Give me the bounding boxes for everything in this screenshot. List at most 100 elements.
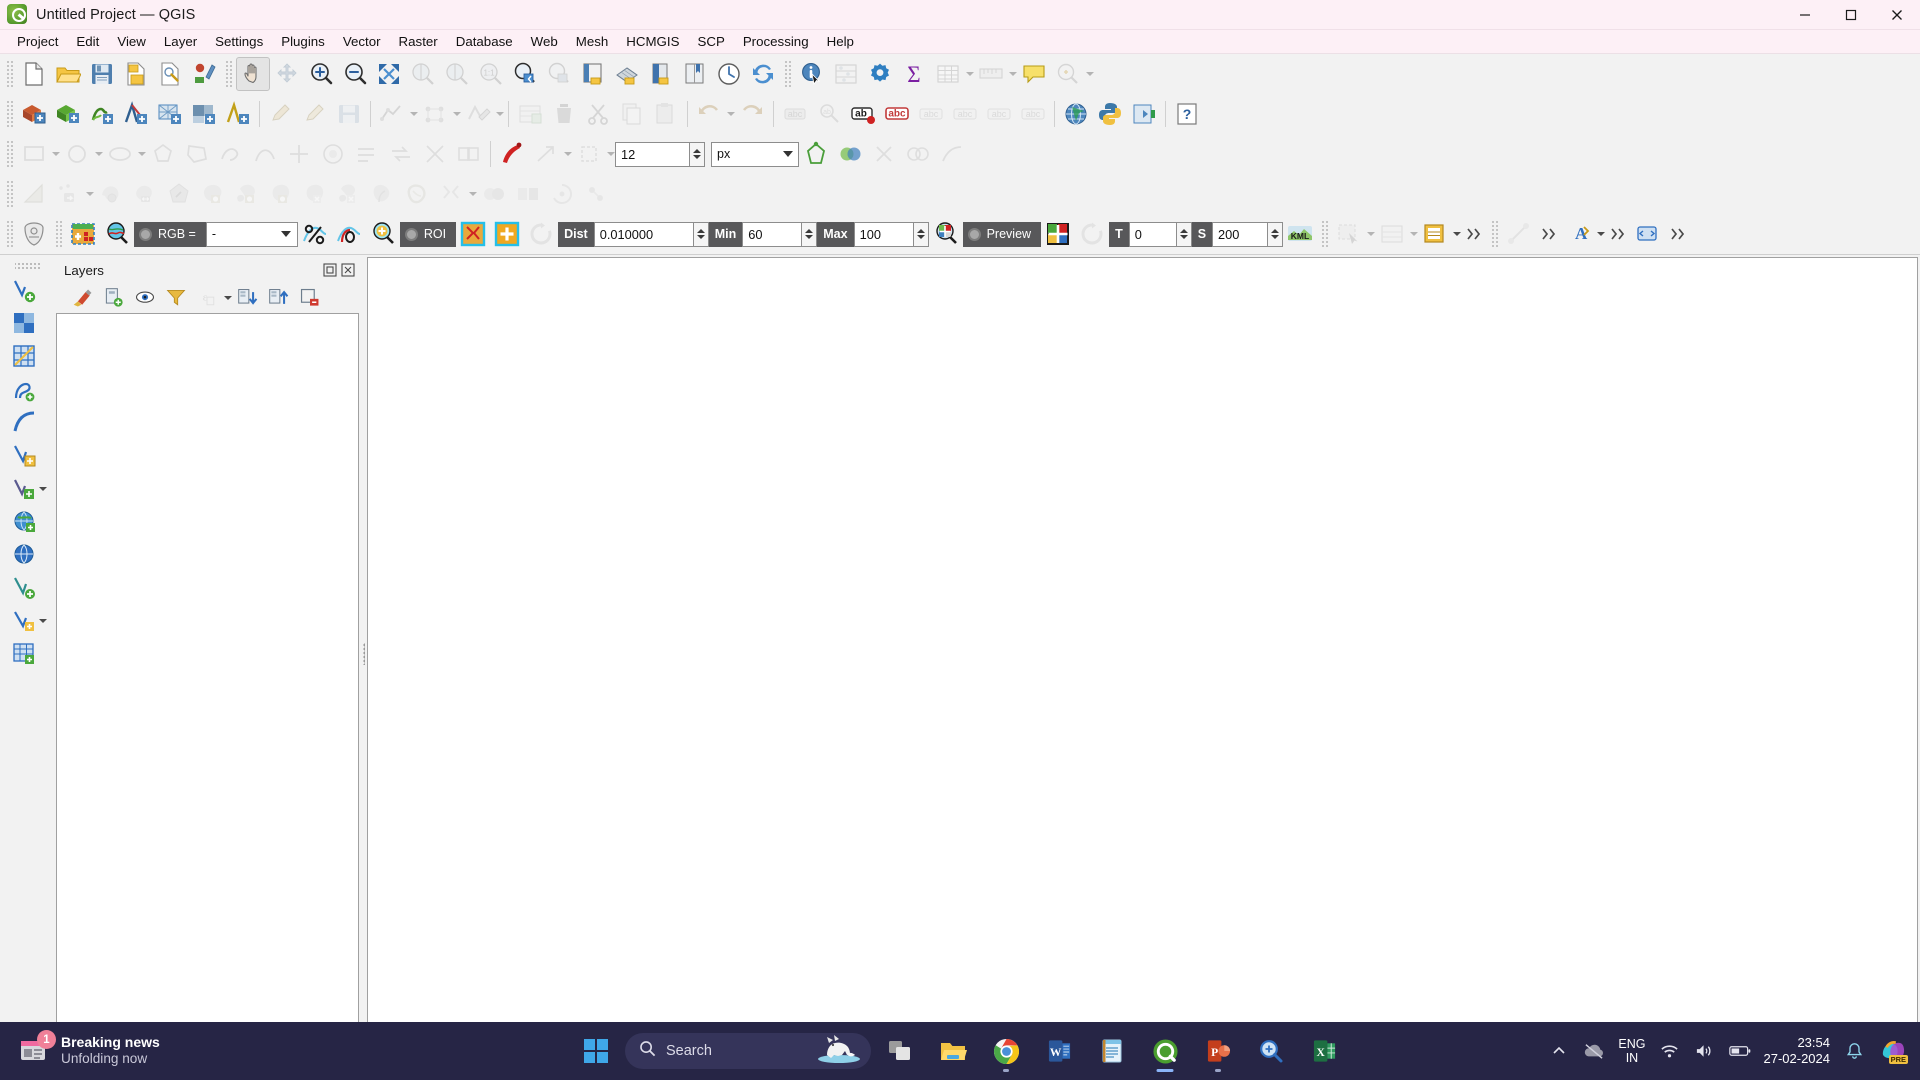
sh-4-button[interactable] (146, 137, 180, 171)
zoom-selection-button[interactable] (406, 57, 440, 91)
menu-processing[interactable]: Processing (734, 32, 818, 51)
open-field-calculator-button[interactable] (863, 57, 897, 91)
scp-max-stepper[interactable] (913, 221, 929, 247)
notepad-button[interactable] (1088, 1027, 1136, 1075)
menu-web[interactable]: Web (522, 32, 567, 51)
add-raster-layer-button[interactable] (85, 97, 119, 131)
pan-to-selection-button[interactable] (270, 57, 304, 91)
new-print-layout-button[interactable] (153, 57, 187, 91)
scp-preview-radio[interactable]: Preview (962, 221, 1042, 247)
pin-labels-button[interactable]: ab (846, 97, 880, 131)
measure-line-button[interactable] (974, 57, 1008, 91)
delete-part-button[interactable] (332, 177, 366, 211)
offset-curve-dropdown[interactable] (85, 177, 94, 211)
zoom-next-button[interactable] (542, 57, 576, 91)
undo-button[interactable] (692, 97, 726, 131)
file-explorer-button[interactable] (929, 1027, 977, 1075)
add-ring-button[interactable] (196, 177, 230, 211)
google-chrome-button[interactable] (982, 1027, 1030, 1075)
style-manager-button[interactable] (187, 57, 221, 91)
qgis-taskbar-button[interactable] (1141, 1027, 1189, 1075)
add-mesh-layer-button[interactable] (153, 97, 187, 131)
add-wms-layer-button[interactable] (187, 97, 221, 131)
plugin-manager-button[interactable] (1127, 97, 1161, 131)
toolbar-grip[interactable] (5, 181, 14, 207)
sh-8-button[interactable] (282, 137, 316, 171)
sh-3-button[interactable] (103, 137, 137, 171)
zoom-out-button[interactable] (338, 57, 372, 91)
identify-features-button[interactable] (795, 57, 829, 91)
magnifier-app-button[interactable] (1247, 1027, 1295, 1075)
sh-5-button[interactable] (180, 137, 214, 171)
snapping-units-combo[interactable]: px (711, 141, 799, 167)
python-console-button[interactable] (1093, 97, 1127, 131)
modify-attributes-dropdown[interactable] (495, 97, 504, 131)
panel-float-icon[interactable] (322, 263, 337, 278)
undo-dropdown[interactable] (726, 97, 735, 131)
attribute-table-dropdown[interactable] (965, 57, 974, 91)
scp-rgb-radio[interactable]: RGB = (134, 221, 206, 247)
menu-hcmgis[interactable]: HCMGIS (617, 32, 688, 51)
toolbar-grip[interactable] (1320, 221, 1330, 247)
snapping-options-dropdown[interactable] (563, 137, 572, 171)
avoid-overlap-button[interactable] (833, 137, 867, 171)
notification-bell-icon[interactable] (1843, 1040, 1865, 1062)
measure-dropdown[interactable] (1008, 57, 1017, 91)
show-hidden-icons-icon[interactable] (1548, 1040, 1570, 1062)
merge-attributes-button[interactable] (511, 177, 545, 211)
delete-selected-button[interactable] (547, 97, 581, 131)
remove-layer-button[interactable] (295, 284, 325, 312)
topological-editing-button[interactable] (799, 137, 833, 171)
add-line-feature-button[interactable] (375, 97, 409, 131)
chevron-down-icon[interactable] (39, 619, 47, 623)
offset-point-symbol-button[interactable] (579, 177, 613, 211)
show-hide-labels-button[interactable]: abc (880, 97, 914, 131)
menu-mesh[interactable]: Mesh (567, 32, 618, 51)
snapping-on-intersection-button[interactable] (901, 137, 935, 171)
hcmgis-line-button[interactable] (6, 408, 50, 438)
new-3d-map-view-button[interactable] (610, 57, 644, 91)
change-label-button[interactable]: abc (982, 97, 1016, 131)
overflow-chevron-3-button[interactable] (1605, 217, 1631, 251)
menu-settings[interactable]: Settings (206, 32, 272, 51)
hcmgis-basemap-button[interactable] (6, 309, 50, 339)
hcmgis-web-button[interactable] (6, 540, 50, 570)
scp-roi-radio[interactable]: ROI (399, 221, 457, 247)
sum-expression-button[interactable]: Σ (897, 57, 931, 91)
toolbar-grip[interactable] (54, 221, 63, 247)
temporal-controller-button[interactable] (712, 57, 746, 91)
hcmgis-curve-button[interactable] (6, 375, 50, 405)
hcmgis-vector-merge-button[interactable] (6, 474, 50, 504)
overflow-chevron-1-button[interactable] (1461, 217, 1487, 251)
open-layer-styling-panel-button[interactable] (68, 284, 98, 312)
current-edits-button[interactable] (264, 97, 298, 131)
open-attribute-table-button[interactable] (931, 57, 965, 91)
refresh-button[interactable] (746, 57, 780, 91)
expand-all-button[interactable] (233, 284, 263, 312)
save-project-button[interactable] (85, 57, 119, 91)
hcmgis-grid-button[interactable] (6, 342, 50, 372)
split-parts-button[interactable] (434, 177, 468, 211)
new-map-view-button[interactable] (576, 57, 610, 91)
sh-10-button[interactable] (350, 137, 384, 171)
scp-t-stepper[interactable] (1176, 221, 1192, 247)
volume-icon[interactable] (1694, 1040, 1716, 1062)
scp-export-kml-button[interactable]: KML (1283, 217, 1317, 251)
toolbar-grip[interactable] (783, 61, 792, 87)
new-project-button[interactable] (17, 57, 51, 91)
deselect-features-button[interactable] (1375, 217, 1409, 251)
sh-2-button[interactable] (60, 137, 94, 171)
scp-create-roi-polygon-button[interactable] (456, 217, 490, 251)
save-layer-edits-button[interactable] (332, 97, 366, 131)
rotate-point-symbols-button[interactable] (545, 177, 579, 211)
select-by-area-button[interactable] (1332, 217, 1366, 251)
hcmgis-globe-button[interactable] (6, 507, 50, 537)
measure-angle-button[interactable] (17, 177, 51, 211)
task-view-button[interactable] (876, 1027, 924, 1075)
scp-redo-roi-button[interactable] (524, 217, 558, 251)
zoom-in-button[interactable] (304, 57, 338, 91)
new-bookmark-button[interactable] (644, 57, 678, 91)
toggle-editing-button[interactable] (298, 97, 332, 131)
map-tips-button[interactable] (1017, 57, 1051, 91)
battery-icon[interactable] (1728, 1040, 1751, 1062)
